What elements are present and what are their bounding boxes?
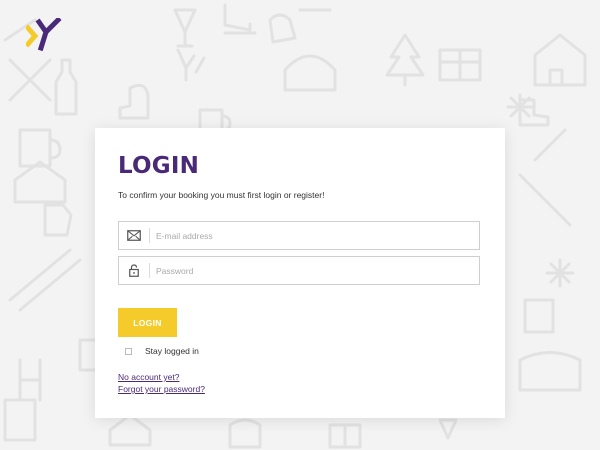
field-divider bbox=[149, 263, 150, 278]
brand-logo-icon[interactable] bbox=[26, 18, 64, 52]
password-input[interactable] bbox=[156, 257, 471, 284]
email-field[interactable] bbox=[118, 221, 480, 250]
page-title: LOGIN bbox=[118, 153, 200, 179]
stay-logged-in-toggle[interactable]: Stay logged in bbox=[125, 346, 199, 356]
padlock-icon bbox=[119, 257, 149, 284]
no-account-link[interactable]: No account yet? bbox=[118, 372, 179, 382]
field-divider bbox=[149, 228, 150, 243]
login-subtitle: To confirm your booking you must first l… bbox=[118, 190, 325, 200]
stay-logged-in-label: Stay logged in bbox=[145, 346, 199, 356]
stay-logged-in-checkbox[interactable] bbox=[125, 347, 132, 355]
envelope-icon bbox=[119, 222, 149, 249]
login-card: LOGIN To confirm your booking you must f… bbox=[95, 128, 505, 418]
forgot-password-link[interactable]: Forgot your password? bbox=[118, 384, 205, 394]
email-input[interactable] bbox=[156, 222, 471, 249]
login-button[interactable]: LOGIN bbox=[118, 308, 177, 337]
password-field[interactable] bbox=[118, 256, 480, 285]
